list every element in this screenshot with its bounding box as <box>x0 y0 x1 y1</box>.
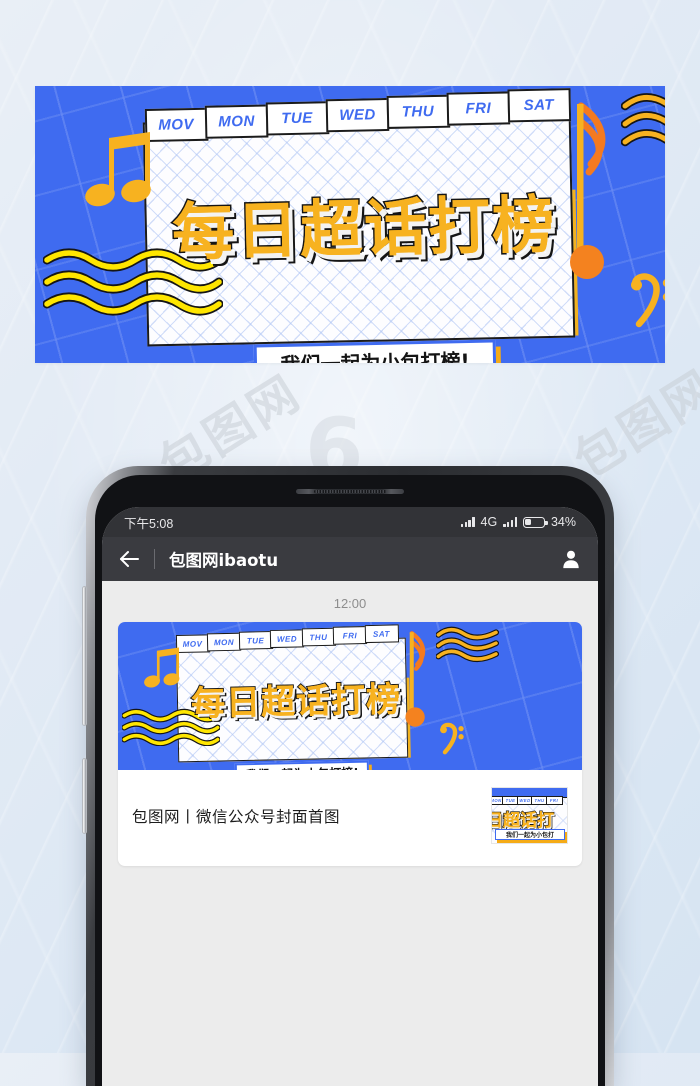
status-time: 下午5:08 <box>124 516 174 531</box>
battery-percent-label: 34% <box>550 515 576 529</box>
chat-timestamp: 12:00 <box>333 596 367 611</box>
card-weekday-tab: TUE <box>238 631 273 650</box>
card-caption-row: 包图网丨微信公众号封面首图 MON TUE WED THU FRI 日超话打 日… <box>118 770 582 866</box>
card-music-note-icon <box>144 646 186 695</box>
volume-button[interactable] <box>82 586 87 726</box>
chat-body: 12:00 MOV MON TUE WED THU FRI SAT 每日超话打榜… <box>102 581 598 1086</box>
card-banner-image: MOV MON TUE WED THU FRI SAT 每日超话打榜 每日超话打… <box>118 622 582 770</box>
phone-screen: 下午5:08 4G 34% 包图网ibaotu 12:00 MOV MON TU… <box>102 507 598 1086</box>
phone-bezel: 下午5:08 4G 34% 包图网ibaotu 12:00 MOV MON TU… <box>95 475 605 1086</box>
card-subtitle-badge: 我们一起为小包打榜! <box>234 760 370 770</box>
earpiece-speaker <box>296 489 404 494</box>
weekday-tab: WED <box>325 97 390 133</box>
header-divider <box>154 549 155 569</box>
thumb-weekday-tabs: MON TUE WED THU FRI <box>492 796 563 805</box>
phone-mockup: 下午5:08 4G 34% 包图网ibaotu 12:00 MOV MON TU… <box>82 466 614 1086</box>
card-music-note-orange-icon <box>404 629 438 736</box>
contact-avatar-icon[interactable] <box>560 548 582 570</box>
card-wave-lines-icon <box>436 626 508 664</box>
music-note-orange-icon <box>567 98 629 293</box>
network-type-label: 4G <box>480 515 498 529</box>
message-card[interactable]: MOV MON TUE WED THU FRI SAT 每日超话打榜 每日超话打… <box>118 622 582 866</box>
weekday-tab: SAT <box>506 88 571 123</box>
status-indicators: 4G 34% <box>460 515 576 529</box>
weekday-tab: FRI <box>446 91 511 126</box>
back-arrow-icon[interactable] <box>118 550 140 568</box>
banner-subtitle-badge: 我们一起为小包打榜! <box>253 339 497 363</box>
card-weekday-tab: WED <box>269 629 305 649</box>
thumb-headline-fill: 日超话打 <box>491 811 554 831</box>
thumb-subtitle-badge: 我们一起为小包打 <box>495 829 565 840</box>
signal-bars-icon <box>460 517 475 527</box>
card-bass-clef-icon <box>438 720 468 763</box>
card-thumbnail: MON TUE WED THU FRI 日超话打 日超话打 我们一起为小包打 <box>491 787 568 844</box>
wave-lines-icon <box>621 92 665 154</box>
bass-clef-icon <box>627 268 665 339</box>
card-weekday-tab: SAT <box>364 624 399 644</box>
banner-headline-fill: 每日超话打榜 <box>171 187 557 270</box>
card-headline-fill: 每日超话打榜 <box>190 679 402 725</box>
weekday-tab: TUE <box>265 101 329 136</box>
power-button[interactable] <box>82 758 87 834</box>
thumb-weekday-tab: FRI <box>545 796 563 805</box>
app-title: 包图网ibaotu <box>169 551 279 570</box>
card-weekday-tab: MON <box>206 632 242 652</box>
weekday-tab: MON <box>204 104 269 139</box>
card-weekday-tab: FRI <box>332 626 368 645</box>
hero-banner: MOV MON TUE WED THU FRI SAT 每日超话打榜 每日超话打… <box>35 86 665 363</box>
status-bar: 下午5:08 4G 34% <box>102 507 598 537</box>
weekday-tab: THU <box>386 94 450 129</box>
signal-bars-icon <box>503 517 517 527</box>
app-header: 包图网ibaotu <box>102 537 598 581</box>
card-weekday-tab: THU <box>301 627 336 647</box>
card-caption-text: 包图网丨微信公众号封面首图 <box>132 807 341 826</box>
battery-icon <box>522 516 548 528</box>
music-note-icon <box>85 130 163 215</box>
